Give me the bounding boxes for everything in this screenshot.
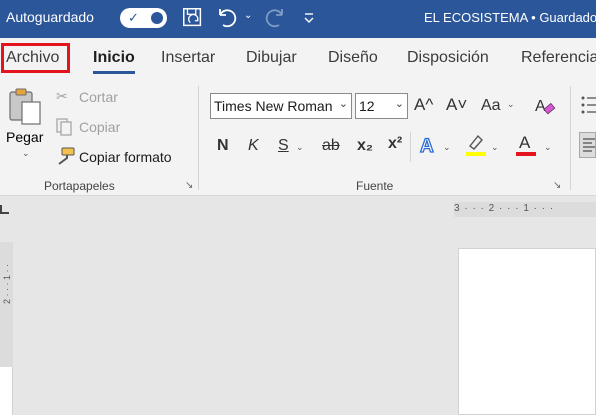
paste-button[interactable]: Pegar: [6, 129, 43, 145]
cut-icon: ✂: [56, 88, 68, 104]
title-bar: Autoguardado ✓ ⌄ EL ECOSISTEMA • Guardad…: [0, 0, 596, 38]
group-divider: [410, 132, 411, 162]
tab-diseno[interactable]: Diseño: [328, 49, 378, 67]
paste-icon[interactable]: [8, 86, 44, 126]
paste-chevron-icon[interactable]: ⌄: [22, 148, 30, 159]
font-group-label: Fuente: [356, 179, 394, 193]
highlighter-chevron-icon[interactable]: ⌄: [491, 142, 499, 153]
tab-referencias[interactable]: Referencias: [521, 49, 596, 67]
redo-icon[interactable]: [262, 6, 290, 30]
chevron-down-icon[interactable]: ⌄: [339, 97, 348, 110]
superscript-button[interactable]: x²: [388, 135, 402, 153]
tab-selector[interactable]: [0, 205, 9, 214]
toggle-knob: [151, 12, 163, 24]
font-color-chevron-icon[interactable]: ⌄: [544, 142, 552, 153]
vertical-ruler[interactable]: 2 · · · 1 · ·: [0, 242, 13, 415]
group-divider: [570, 86, 571, 190]
bold-button[interactable]: N: [217, 137, 229, 155]
change-case-chevron-icon[interactable]: ⌄: [507, 99, 515, 110]
clipboard-group-label: Portapapeles: [44, 179, 115, 193]
format-painter-icon: [58, 147, 75, 165]
ribbon: Pegar ⌄ ✂ Cortar Copiar Copiar formato P…: [0, 80, 596, 196]
undo-icon[interactable]: [214, 6, 242, 30]
svg-text:A: A: [519, 133, 531, 152]
strikethrough-button[interactable]: ab: [322, 137, 340, 155]
italic-button[interactable]: K: [248, 137, 259, 155]
shrink-font-button[interactable]: A˅: [446, 95, 467, 115]
align-left-icon: [583, 138, 595, 152]
font-name-value: Times New Roman: [214, 98, 333, 114]
ribbon-tabs: Archivo Inicio Insertar Dibujar Diseño D…: [0, 38, 596, 80]
text-effects-icon[interactable]: A: [418, 133, 440, 157]
font-name-box[interactable]: Times New Roman ⌄: [210, 93, 352, 119]
clipboard-launcher-icon[interactable]: ↘: [185, 180, 193, 191]
grow-font-button[interactable]: A^: [414, 95, 433, 115]
tab-disposicion[interactable]: Disposición: [407, 49, 489, 67]
cut-button[interactable]: Cortar: [79, 89, 118, 105]
highlight-box: [1, 43, 70, 73]
underline-chevron-icon[interactable]: ⌄: [296, 142, 304, 153]
copy-icon: [56, 118, 72, 136]
save-sync-icon[interactable]: [180, 6, 206, 30]
copy-button[interactable]: Copiar: [79, 119, 120, 135]
font-launcher-icon[interactable]: ↘: [553, 180, 561, 191]
active-tab-indicator: [93, 71, 135, 74]
tab-dibujar[interactable]: Dibujar: [246, 49, 297, 67]
group-divider: [198, 86, 199, 190]
align-left-button[interactable]: [579, 132, 596, 158]
format-painter-button[interactable]: Copiar formato: [79, 149, 172, 165]
font-size-box[interactable]: 12 ⌄: [355, 93, 408, 119]
tab-insertar[interactable]: Insertar: [161, 49, 215, 67]
autosave-label: Autoguardado: [6, 9, 94, 25]
ruler-numbers: 3 · · · 2 · · · 1 · · ·: [454, 203, 555, 214]
svg-text:A: A: [420, 136, 434, 157]
ruler-margin: [0, 242, 13, 367]
tab-inicio[interactable]: Inicio: [93, 49, 135, 67]
bullets-icon[interactable]: [580, 94, 596, 116]
ruler-numbers: 2 · · · 1 · ·: [2, 264, 12, 304]
document-title: EL ECOSISTEMA • Guardado: [424, 10, 596, 25]
subscript-button[interactable]: x₂: [357, 137, 373, 155]
check-icon: ✓: [128, 10, 139, 25]
change-case-button[interactable]: Aa: [481, 97, 501, 115]
undo-chevron-icon[interactable]: ⌄: [244, 10, 252, 34]
underline-button[interactable]: S: [278, 137, 289, 155]
font-color-icon[interactable]: A: [514, 131, 538, 158]
svg-text:A: A: [535, 98, 546, 115]
chevron-down-icon[interactable]: ⌄: [395, 97, 404, 110]
autosave-toggle[interactable]: ✓: [120, 8, 167, 28]
highlighter-icon[interactable]: [464, 132, 488, 158]
customize-qat-icon[interactable]: [302, 6, 316, 30]
text-effects-chevron-icon[interactable]: ⌄: [443, 142, 451, 153]
font-size-value: 12: [359, 98, 375, 114]
horizontal-ruler[interactable]: 3 · · · 2 · · · 1 · · ·: [454, 202, 596, 217]
document-page[interactable]: [458, 248, 596, 415]
clear-formatting-icon[interactable]: A: [533, 94, 557, 118]
